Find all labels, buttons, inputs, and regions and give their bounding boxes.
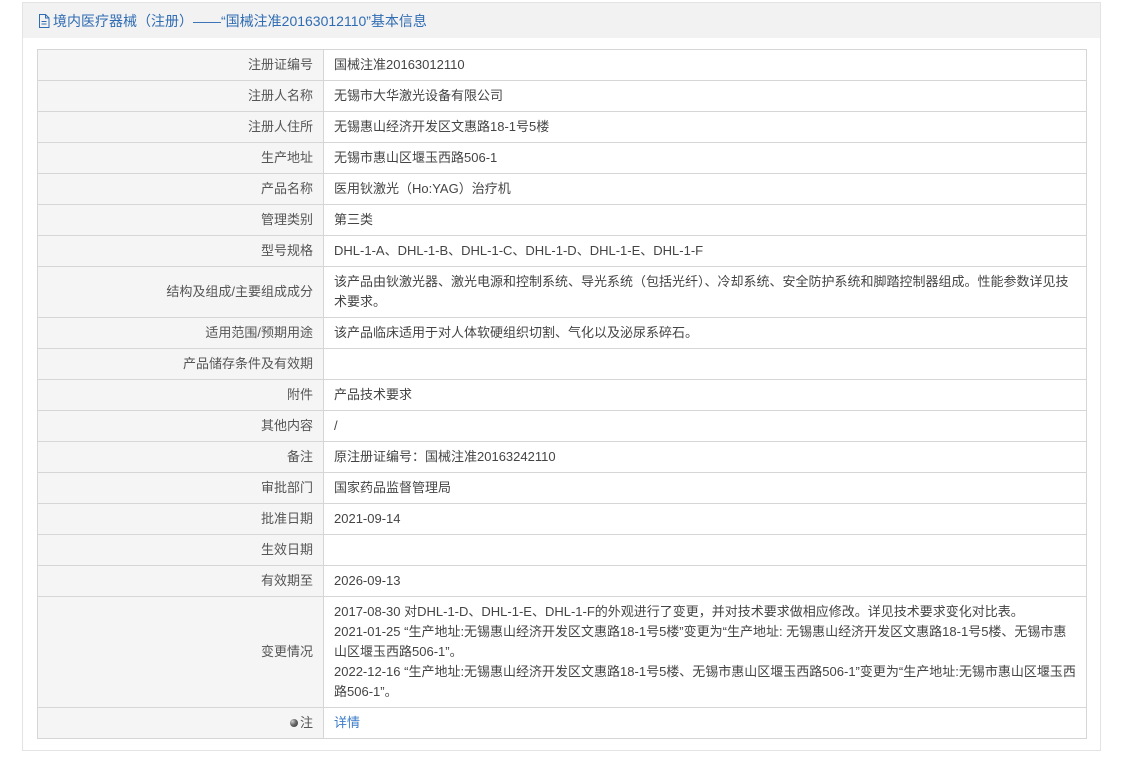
page-title: 境内医疗器械（注册）——“国械注准20163012110”基本信息: [53, 12, 427, 29]
row-other-content: 其他内容 /: [37, 410, 1087, 442]
value-remarks: 原注册证编号：国械注准20163242110: [323, 441, 1087, 473]
value-approval-date: 2021-09-14: [323, 503, 1087, 535]
label-structure-composition: 结构及组成/主要组成成分: [37, 266, 324, 318]
value-effective-date: [323, 534, 1087, 566]
row-registrant-address: 注册人住所 无锡惠山经济开发区文惠路18-1号5楼: [37, 111, 1087, 143]
row-management-category: 管理类别 第三类: [37, 204, 1087, 236]
label-approval-date: 批准日期: [37, 503, 324, 535]
label-other-content: 其他内容: [37, 410, 324, 442]
label-product-name: 产品名称: [37, 173, 324, 205]
details-link[interactable]: 详情: [334, 715, 360, 730]
note-label: 注: [299, 715, 313, 730]
row-approval-department: 审批部门 国家药品监督管理局: [37, 472, 1087, 504]
label-scope-intended-use: 适用范围/预期用途: [37, 317, 324, 349]
row-approval-date: 批准日期 2021-09-14: [37, 503, 1087, 535]
value-expiry-date: 2026-09-13: [323, 565, 1087, 597]
label-storage-conditions: 产品储存条件及有效期: [37, 348, 324, 380]
row-registrant-name: 注册人名称 无锡市大华激光设备有限公司: [37, 80, 1087, 112]
value-approval-department: 国家药品监督管理局: [323, 472, 1087, 504]
label-management-category: 管理类别: [37, 204, 324, 236]
row-model-specification: 型号规格 DHL-1-A、DHL-1-B、DHL-1-C、DHL-1-D、DHL…: [37, 235, 1087, 267]
row-structure-composition: 结构及组成/主要组成成分 该产品由钬激光器、激光电源和控制系统、导光系统（包括光…: [37, 266, 1087, 318]
panel-header: 境内医疗器械（注册）——“国械注准20163012110”基本信息: [23, 3, 1100, 38]
row-registration-number: 注册证编号 国械注准20163012110: [37, 49, 1087, 81]
row-attachments: 附件 产品技术要求: [37, 379, 1087, 411]
row-remarks: 备注 原注册证编号：国械注准20163242110: [37, 441, 1087, 473]
row-note: 注 详情: [37, 707, 1087, 739]
value-model-specification: DHL-1-A、DHL-1-B、DHL-1-C、DHL-1-D、DHL-1-E、…: [323, 235, 1087, 267]
row-product-name: 产品名称 医用钬激光（Ho:YAG）治疗机: [37, 173, 1087, 205]
row-scope-intended-use: 适用范围/预期用途 该产品临床适用于对人体软硬组织切割、气化以及泌尿系碎石。: [37, 317, 1087, 349]
row-production-address: 生产地址 无锡市惠山区堰玉西路506-1: [37, 142, 1087, 174]
label-remarks: 备注: [37, 441, 324, 473]
row-change-history: 变更情况 2017-08-30 对DHL-1-D、DHL-1-E、DHL-1-F…: [37, 596, 1087, 708]
value-other-content: /: [323, 410, 1087, 442]
label-approval-department: 审批部门: [37, 472, 324, 504]
value-registrant-name: 无锡市大华激光设备有限公司: [323, 80, 1087, 112]
change-entry: 2022-12-16 “生产地址:无锡惠山经济开发区文惠路18-1号5楼、无锡市…: [334, 664, 1076, 699]
row-storage-conditions: 产品储存条件及有效期: [37, 348, 1087, 380]
value-management-category: 第三类: [323, 204, 1087, 236]
value-attachments: 产品技术要求: [323, 379, 1087, 411]
value-structure-composition: 该产品由钬激光器、激光电源和控制系统、导光系统（包括光纤）、冷却系统、安全防护系…: [323, 266, 1087, 318]
value-product-name: 医用钬激光（Ho:YAG）治疗机: [323, 173, 1087, 205]
label-production-address: 生产地址: [37, 142, 324, 174]
value-scope-intended-use: 该产品临床适用于对人体软硬组织切割、气化以及泌尿系碎石。: [323, 317, 1087, 349]
label-attachments: 附件: [37, 379, 324, 411]
row-expiry-date: 有效期至 2026-09-13: [37, 565, 1087, 597]
content-area: 注册证编号 国械注准20163012110 注册人名称 无锡市大华激光设备有限公…: [23, 38, 1100, 750]
info-table: 注册证编号 国械注准20163012110 注册人名称 无锡市大华激光设备有限公…: [37, 49, 1087, 739]
value-registration-number: 国械注准20163012110: [323, 49, 1087, 81]
label-model-specification: 型号规格: [37, 235, 324, 267]
label-registrant-name: 注册人名称: [37, 80, 324, 112]
value-change-history: 2017-08-30 对DHL-1-D、DHL-1-E、DHL-1-F的外观进行…: [323, 596, 1087, 708]
label-expiry-date: 有效期至: [37, 565, 324, 597]
label-registrant-address: 注册人住所: [37, 111, 324, 143]
change-entry: 2021-01-25 “生产地址:无锡惠山经济开发区文惠路18-1号5楼”变更为…: [334, 624, 1067, 659]
label-change-history: 变更情况: [37, 596, 324, 708]
value-production-address: 无锡市惠山区堰玉西路506-1: [323, 142, 1087, 174]
value-registrant-address: 无锡惠山经济开发区文惠路18-1号5楼: [323, 111, 1087, 143]
row-effective-date: 生效日期: [37, 534, 1087, 566]
document-icon: [38, 13, 50, 28]
change-entry: 2017-08-30 对DHL-1-D、DHL-1-E、DHL-1-F的外观进行…: [334, 604, 1024, 619]
info-panel: 境内医疗器械（注册）——“国械注准20163012110”基本信息 注册证编号 …: [22, 2, 1101, 751]
value-note: 详情: [323, 707, 1087, 739]
label-registration-number: 注册证编号: [37, 49, 324, 81]
bullet-icon: [289, 719, 298, 727]
value-storage-conditions: [323, 348, 1087, 380]
label-effective-date: 生效日期: [37, 534, 324, 566]
label-note: 注: [37, 707, 324, 739]
